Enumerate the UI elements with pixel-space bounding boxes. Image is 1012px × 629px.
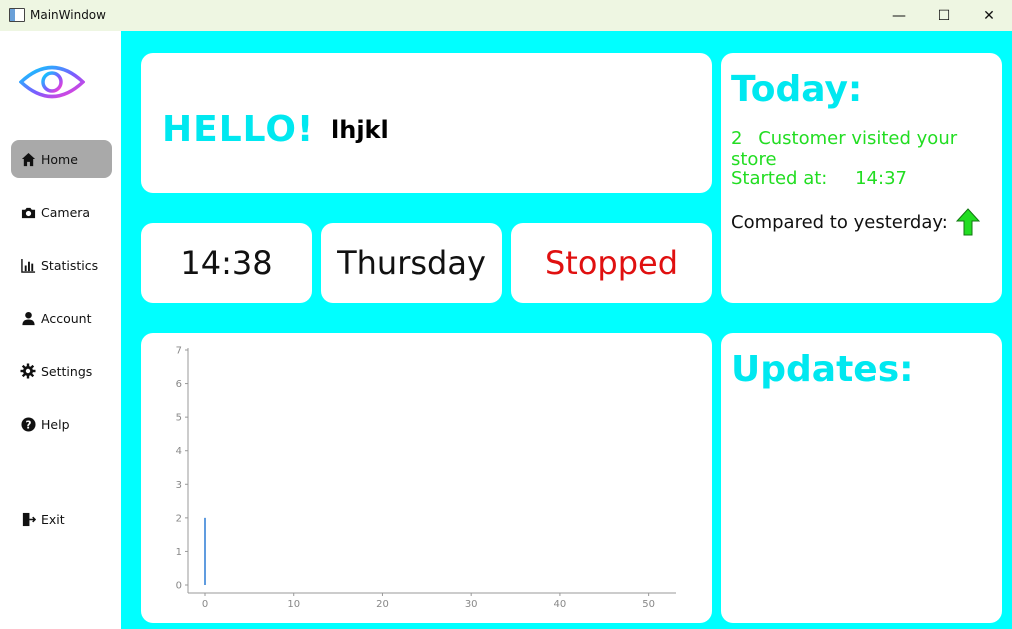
- y-tick-label: 6: [176, 379, 182, 390]
- sidebar-item-camera[interactable]: Camera: [11, 193, 112, 231]
- sidebar-item-statistics[interactable]: Statistics: [11, 246, 112, 284]
- today-heading: Today:: [731, 69, 863, 110]
- y-tick-label: 3: [176, 480, 182, 491]
- time-card: 14:38: [141, 223, 312, 303]
- sidebar-item-label: Help: [41, 416, 70, 432]
- close-button[interactable]: ✕: [966, 0, 1012, 31]
- sidebar-item-account[interactable]: Account: [11, 299, 112, 337]
- exit-icon: [20, 511, 36, 527]
- visits-line: 2 Customer visited your store: [731, 128, 1002, 170]
- x-tick-label: 50: [642, 599, 655, 610]
- y-tick-label: 5: [176, 413, 182, 424]
- svg-text:?: ?: [25, 419, 31, 431]
- sidebar: Home Camera Statistics Account Settings …: [0, 31, 121, 629]
- eye-logo-icon: [19, 65, 85, 99]
- up-arrow-icon: [955, 208, 980, 236]
- visits-text: Customer visited your store: [731, 128, 958, 170]
- compare-label: Compared to yesterday:: [731, 211, 948, 233]
- today-card: Today: 2 Customer visited your store Sta…: [721, 53, 1002, 303]
- window-title: MainWindow: [30, 8, 106, 22]
- started-line: Started at: 14:37: [731, 168, 907, 189]
- compare-line: Compared to yesterday:: [731, 208, 980, 236]
- title-bar: MainWindow — ☐ ✕: [0, 0, 1012, 31]
- started-time: 14:37: [855, 168, 907, 189]
- sidebar-item-label: Camera: [41, 204, 91, 220]
- chart-card: 0 1 2 3 4 5 6 7 0 10 20 30 40 50: [141, 333, 712, 623]
- sidebar-item-exit[interactable]: Exit: [11, 500, 112, 538]
- account-icon: [20, 310, 36, 326]
- y-tick-label: 2: [176, 513, 182, 524]
- sidebar-item-label: Home: [41, 151, 78, 167]
- started-label: Started at:: [731, 168, 828, 189]
- x-tick-label: 20: [376, 599, 389, 610]
- home-icon: [20, 151, 36, 167]
- sidebar-item-settings[interactable]: Settings: [11, 352, 112, 390]
- updates-card: Updates:: [721, 333, 1002, 623]
- status-card: Stopped: [511, 223, 712, 303]
- help-icon: ?: [20, 416, 36, 432]
- hello-heading: HELLO!: [162, 109, 315, 150]
- y-tick-label: 0: [176, 581, 182, 592]
- gear-icon: [20, 363, 36, 379]
- minimize-button[interactable]: —: [876, 0, 922, 31]
- visits-chart: 0 1 2 3 4 5 6 7 0 10 20 30 40 50: [176, 346, 676, 610]
- sidebar-item-help[interactable]: ? Help: [11, 405, 112, 443]
- greeting-card: HELLO! lhjkl: [141, 53, 712, 193]
- sidebar-item-label: Statistics: [41, 257, 99, 273]
- x-tick-label: 40: [554, 599, 567, 610]
- x-tick-label: 10: [287, 599, 300, 610]
- app-window-icon: [9, 8, 25, 22]
- sidebar-item-home[interactable]: Home: [11, 140, 112, 178]
- current-day: Thursday: [337, 244, 486, 282]
- main-area: HELLO! lhjkl 14:38 Thursday Stopped Toda…: [121, 31, 1012, 629]
- x-tick-label: 30: [465, 599, 478, 610]
- camera-status: Stopped: [544, 244, 679, 282]
- updates-heading: Updates:: [731, 349, 914, 390]
- y-tick-label: 4: [176, 446, 182, 457]
- camera-icon: [20, 204, 36, 220]
- sidebar-item-label: Account: [41, 310, 92, 326]
- sidebar-item-label: Exit: [41, 511, 65, 527]
- sidebar-item-label: Settings: [41, 363, 93, 379]
- username-label: lhjkl: [331, 116, 389, 144]
- y-tick-label: 7: [176, 346, 182, 357]
- visits-count: 2: [731, 128, 743, 149]
- current-time: 14:38: [180, 244, 273, 282]
- y-tick-label: 1: [176, 547, 182, 558]
- maximize-button[interactable]: ☐: [921, 0, 967, 31]
- day-card: Thursday: [321, 223, 502, 303]
- x-tick-label: 0: [202, 599, 208, 610]
- statistics-icon: [20, 257, 36, 273]
